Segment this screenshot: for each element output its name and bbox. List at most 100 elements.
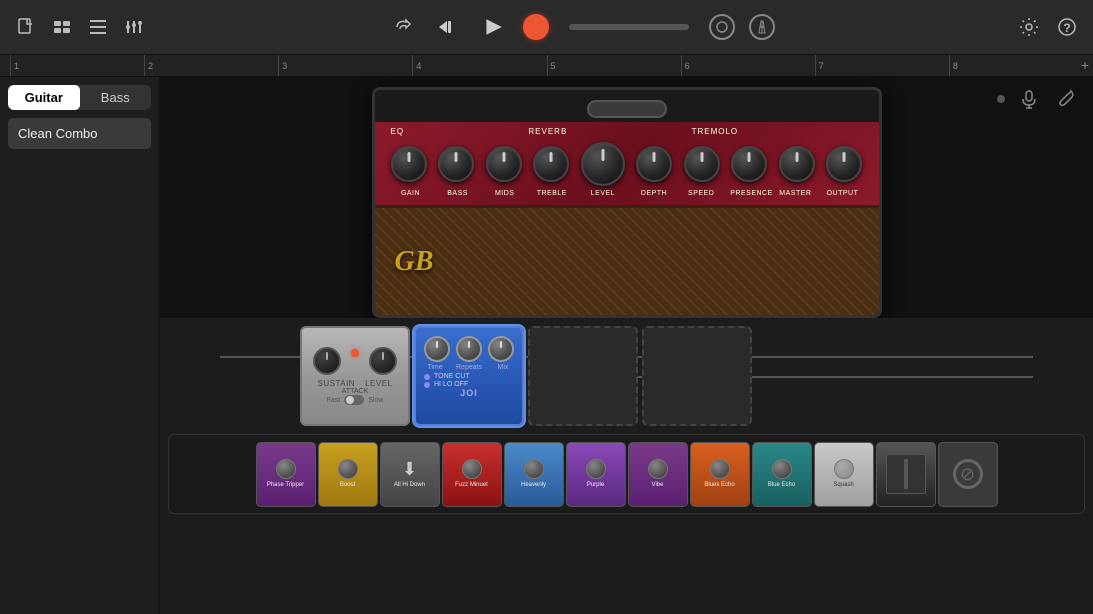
add-track-button[interactable]: +	[1081, 57, 1089, 73]
progress-bar[interactable]	[569, 24, 689, 30]
tone-cut-indicator	[424, 374, 430, 380]
new-file-icon[interactable]	[12, 13, 40, 41]
mini-pedal-black[interactable]	[876, 442, 936, 507]
mixer-icon[interactable]	[84, 13, 112, 41]
no-pedal-icon: ⊘	[953, 459, 983, 489]
amp-section-labels: EQ REVERB TREMOLO	[391, 127, 863, 136]
cycle-button[interactable]	[709, 14, 735, 40]
treble-knob[interactable]	[533, 146, 569, 182]
bass-knob[interactable]	[438, 146, 474, 182]
repeats-knob[interactable]	[456, 336, 482, 362]
mini-knob	[276, 459, 296, 479]
mini-pedal-heavenly[interactable]: Heavenly	[504, 442, 564, 507]
tracks-icon[interactable]	[48, 13, 76, 41]
record-button[interactable]	[523, 14, 549, 40]
sustain-knob[interactable]	[313, 347, 341, 375]
ruler-tick-7: 7	[815, 55, 949, 77]
speed-knob[interactable]	[684, 146, 720, 182]
metronome-button[interactable]	[749, 14, 775, 40]
help-icon[interactable]: ?	[1053, 13, 1081, 41]
preset-clean-combo[interactable]: Clean Combo	[8, 118, 151, 149]
stage-icons	[997, 85, 1081, 113]
undo-button[interactable]	[389, 13, 417, 41]
master-knob[interactable]	[779, 146, 815, 182]
reverb-section-label: REVERB	[528, 127, 567, 136]
slow-label: Slow	[368, 397, 383, 404]
presence-knob[interactable]	[731, 146, 767, 182]
power-led	[351, 349, 359, 357]
delay-pedal[interactable]: Time Repeats Mix TONE CUT HI LO OFF	[414, 326, 524, 426]
mids-knob[interactable]	[486, 146, 522, 182]
mini-pedal-fuzz[interactable]: Fuzz Minuet	[442, 442, 502, 507]
time-knob[interactable]	[424, 336, 450, 362]
time-label: Time	[422, 364, 448, 371]
eq-icon[interactable]	[120, 13, 148, 41]
sustain-label: SUSTAIN	[318, 379, 356, 388]
amp-logo: GB	[395, 246, 434, 278]
comp-level-label: LEVEL	[365, 379, 392, 388]
mini-pedal-disabled[interactable]: ⊘	[938, 442, 998, 507]
comp-level-knob[interactable]	[369, 347, 397, 375]
output-label: OUTPUT	[824, 190, 860, 197]
instrument-tabs: Guitar Bass	[8, 85, 151, 110]
mini-knob	[524, 459, 544, 479]
microphone-icon[interactable]	[1015, 85, 1043, 113]
mini-label: All Hi Down	[394, 482, 425, 489]
gain-knob[interactable]	[391, 146, 427, 182]
mini-pedal-vibe[interactable]: Vibe	[628, 442, 688, 507]
tab-bass[interactable]: Bass	[80, 85, 152, 110]
mini-pedal-phase-tripper[interactable]: Phase Tripper	[256, 442, 316, 507]
mix-label: Mix	[490, 364, 516, 371]
mini-label: Blues Echo	[704, 482, 734, 489]
comp-labels: SUSTAIN LEVEL	[318, 379, 393, 388]
empty-pedal-slot-1[interactable]	[528, 326, 638, 426]
compressor-pedal[interactable]: SUSTAIN LEVEL ATTACK Fast Slow	[300, 326, 410, 426]
toolbar: ?	[0, 0, 1093, 55]
delay-toggles: TONE CUT HI LO OFF	[422, 373, 516, 388]
output-knob[interactable]	[826, 146, 862, 182]
mini-label: Phase Tripper	[267, 482, 304, 489]
mini-pedal-blue-echo[interactable]: Blue Echo	[752, 442, 812, 507]
hi-lo-label: HI LO OFF	[434, 381, 468, 388]
mini-label: Heavenly	[521, 482, 546, 489]
pedalboard: SUSTAIN LEVEL ATTACK Fast Slow	[160, 318, 1093, 614]
gain-label: GAIN	[393, 190, 429, 197]
mini-pedal-blues-echo[interactable]: Blues Echo	[690, 442, 750, 507]
mini-pedal-purple2[interactable]: Purple	[566, 442, 626, 507]
pedal-strip[interactable]: Phase Tripper Boost ⬇ All Hi Down	[168, 434, 1085, 514]
amp-control-panel: EQ REVERB TREMOLO	[375, 122, 879, 205]
rewind-button[interactable]	[431, 11, 463, 43]
ruler-tick-6: 6	[681, 55, 815, 77]
ruler-tick-4: 4	[412, 55, 546, 77]
mini-knob	[772, 459, 792, 479]
attack-toggle[interactable]	[344, 395, 364, 405]
tab-guitar[interactable]: Guitar	[8, 85, 80, 110]
ruler-tick-1: 1	[10, 55, 144, 77]
center-stage: EQ REVERB TREMOLO	[160, 77, 1093, 614]
depth-knob[interactable]	[636, 146, 672, 182]
mix-knob[interactable]	[488, 336, 514, 362]
empty-pedal-slot-2[interactable]	[642, 326, 752, 426]
hi-lo-item[interactable]: HI LO OFF	[424, 381, 516, 388]
mini-pedal-all-hi-down[interactable]: ⬇ All Hi Down	[380, 442, 440, 507]
hi-lo-indicator	[424, 382, 430, 388]
mini-pedal-boost[interactable]: Boost	[318, 442, 378, 507]
amp-handle	[587, 100, 667, 118]
delay-knobs	[424, 336, 514, 362]
tone-cut-label: TONE CUT	[434, 373, 470, 380]
bass-label: BASS	[440, 190, 476, 197]
mini-knob	[834, 459, 854, 479]
mini-knob	[338, 459, 358, 479]
mini-knob	[648, 459, 668, 479]
gear-icon[interactable]	[1015, 13, 1043, 41]
eq-section-label: EQ	[391, 127, 405, 136]
mini-pedal-squash[interactable]: Squash	[814, 442, 874, 507]
wrench-icon[interactable]	[1053, 85, 1081, 113]
fast-label: Fast	[327, 397, 341, 404]
active-pedals-row: SUSTAIN LEVEL ATTACK Fast Slow	[160, 318, 1093, 434]
tone-cut-item[interactable]: TONE CUT	[424, 373, 516, 380]
play-button[interactable]	[477, 11, 509, 43]
level-knob[interactable]	[581, 142, 625, 186]
left-panel: Guitar Bass Clean Combo	[0, 77, 160, 614]
ruler-tick-5: 5	[547, 55, 681, 77]
